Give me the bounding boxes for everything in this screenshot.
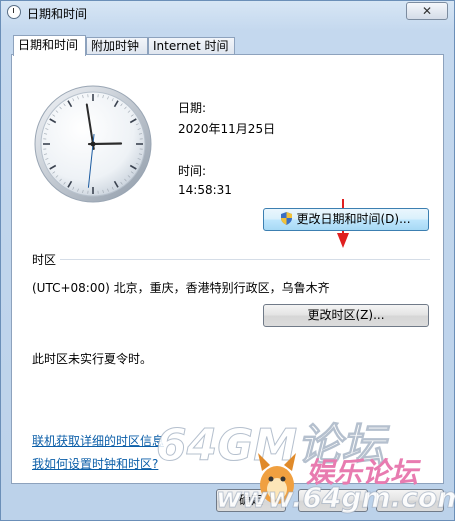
apply-button[interactable] — [376, 489, 444, 512]
dst-note: 此时区未实行夏令时。 — [32, 352, 153, 366]
tab-panel: 日期: 2020年11月25日 时间: 14:58:31 更改日期和时间(D).… — [11, 54, 444, 484]
close-icon: ✕ — [421, 4, 433, 18]
date-label: 日期: — [178, 101, 207, 115]
cancel-button[interactable] — [298, 489, 368, 512]
how-to-set-clock-link[interactable]: 我如何设置时钟和时区? — [32, 455, 158, 472]
date-value: 2020年11月25日 — [178, 122, 276, 136]
clock-icon — [7, 5, 21, 19]
close-button[interactable]: ✕ — [406, 2, 448, 20]
uac-shield-icon — [281, 212, 293, 225]
time-label: 时间: — [178, 164, 207, 178]
datetime-dialog: 日期和时间 ✕ 日期和时间 附加时钟 Internet 时间 日期: 2020年… — [0, 0, 455, 521]
clock-center — [90, 141, 96, 147]
window-title: 日期和时间 — [27, 7, 88, 21]
tab-internet-time[interactable]: Internet 时间 — [148, 37, 235, 54]
change-date-time-button[interactable]: 更改日期和时间(D)... — [263, 208, 429, 231]
ok-button[interactable]: 确定 — [216, 489, 286, 512]
tab-additional-clocks[interactable]: 附加时钟 — [86, 37, 148, 54]
tab-date-time[interactable]: 日期和时间 — [13, 35, 86, 56]
timezone-value: (UTC+08:00) 北京，重庆，香港特别行政区，乌鲁木齐 — [32, 281, 330, 295]
online-timezone-info-link[interactable]: 联机获取详细的时区信息 — [32, 432, 164, 449]
change-date-time-label: 更改日期和时间(D)... — [296, 212, 411, 226]
timezone-divider — [60, 259, 430, 260]
title-bar[interactable]: 日期和时间 ✕ — [1, 1, 454, 25]
time-value: 14:58:31 — [178, 183, 232, 197]
change-timezone-button[interactable]: 更改时区(Z)... — [263, 304, 429, 327]
analog-clock — [34, 85, 152, 203]
timezone-section-label: 时区 — [32, 253, 57, 267]
